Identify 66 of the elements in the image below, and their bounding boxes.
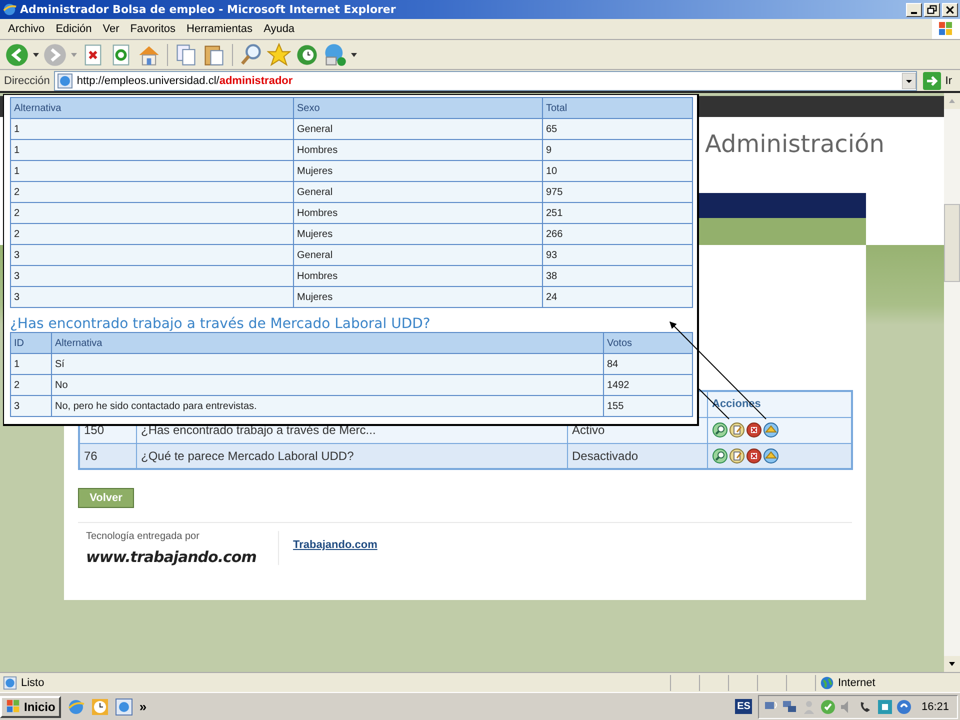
- logo: www.trabajando.com: [86, 548, 258, 566]
- edit-icon[interactable]: [729, 422, 745, 438]
- restore-icon: [927, 4, 937, 14]
- table-cell: No, pero he sido contactado para entrevistas.: [52, 396, 604, 416]
- footer-link[interactable]: Trabajando.com: [293, 539, 378, 551]
- dropdown-icon[interactable]: [351, 52, 357, 56]
- menu-item[interactable]: Ver: [98, 23, 126, 35]
- start-button[interactable]: Inicio: [0, 696, 62, 718]
- column-header: Alternativa: [10, 98, 294, 118]
- windows-logo-icon: [6, 699, 21, 714]
- search-icon[interactable]: [239, 42, 263, 66]
- delete-icon[interactable]: [746, 422, 762, 438]
- scroll-down-icon[interactable]: [944, 656, 960, 672]
- table-cell: 3: [10, 396, 52, 416]
- column-header: Alternativa: [52, 332, 604, 354]
- history-icon[interactable]: [295, 42, 319, 66]
- dropdown-icon[interactable]: [902, 72, 916, 88]
- scrollbar[interactable]: [944, 93, 960, 672]
- zone-text: Internet: [838, 676, 876, 688]
- question-title: ¿Has encontrado trabajo a través de Mercado Laboral UDD?: [10, 316, 432, 332]
- table-cell: 155: [604, 396, 692, 416]
- column-header: ID: [10, 332, 52, 354]
- close-button[interactable]: [942, 2, 958, 16]
- table-cell: 3: [10, 286, 294, 308]
- table-cell: 24: [542, 286, 692, 308]
- address-field[interactable]: http://empleos.universidad.cl/administrador: [54, 70, 918, 90]
- delete-icon[interactable]: [746, 448, 762, 464]
- menu-item[interactable]: Herramientas: [182, 23, 260, 35]
- view-icon[interactable]: [712, 422, 728, 438]
- app-icon[interactable]: [896, 698, 912, 714]
- table-cell: Mujeres: [294, 286, 542, 308]
- edit-icon[interactable]: [729, 448, 745, 464]
- menu-item[interactable]: Favoritos: [126, 23, 183, 35]
- close-icon: [945, 4, 955, 14]
- page-icon: [56, 72, 73, 88]
- clock: 16:21: [921, 700, 950, 712]
- restore-button[interactable]: [924, 2, 940, 16]
- page-heading: Administración: [705, 130, 884, 158]
- minimize-icon: [911, 12, 917, 14]
- copy-icon[interactable]: [174, 42, 198, 66]
- menu-item[interactable]: Edición: [52, 23, 99, 35]
- status-text: Listo: [21, 676, 44, 688]
- menu-item[interactable]: Archivo: [4, 23, 52, 35]
- clock-icon[interactable]: [91, 698, 110, 716]
- dropdown-icon[interactable]: [33, 52, 39, 56]
- credit-text: Tecnología entregada por: [86, 531, 200, 542]
- view-icon[interactable]: [712, 448, 728, 464]
- page-icon: [3, 676, 17, 690]
- browser-icon: [2, 2, 17, 17]
- window-title: Administrador Bolsa de empleo - Microsoft Internet Explorer: [20, 3, 396, 16]
- language-indicator[interactable]: ES: [735, 699, 752, 714]
- column-header: Total: [542, 98, 692, 118]
- menu-item[interactable]: Ayuda: [260, 23, 302, 35]
- go-button[interactable]: Ir: [921, 72, 960, 90]
- star-icon[interactable]: [267, 42, 291, 66]
- paste-icon[interactable]: [202, 42, 226, 66]
- more-button[interactable]: »: [139, 699, 147, 714]
- column-header: Sexo: [294, 98, 542, 118]
- browser-icon[interactable]: [67, 698, 86, 716]
- browser-icon[interactable]: [115, 698, 134, 716]
- globe-icon: [820, 676, 834, 690]
- minimize-button[interactable]: [906, 2, 922, 16]
- windows-logo-icon: [932, 19, 960, 39]
- scroll-thumb[interactable]: [944, 204, 960, 282]
- network-icon[interactable]: [782, 698, 798, 714]
- address-label: Dirección: [4, 74, 50, 86]
